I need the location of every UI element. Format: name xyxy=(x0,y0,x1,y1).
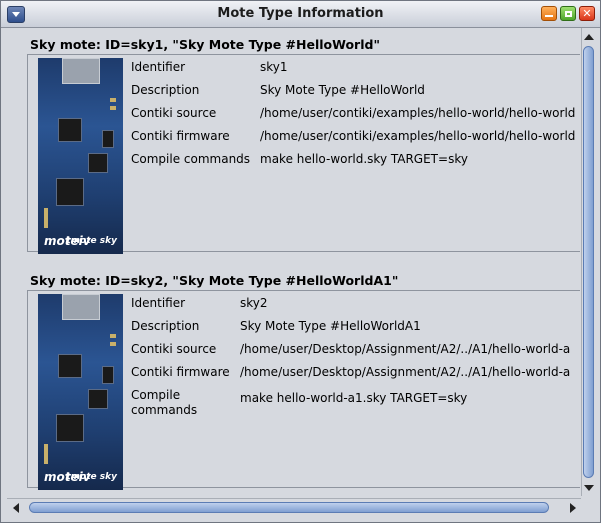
horizontal-scrollbar[interactable] xyxy=(7,498,581,516)
sky-mote-image: moteiv tmote sky xyxy=(38,294,123,490)
scroll-left-button[interactable] xyxy=(9,501,22,514)
mote-panel-sky2: moteiv tmote sky Identifier sky2 Descrip… xyxy=(27,290,580,490)
sky-mote-image: moteiv tmote sky xyxy=(38,58,123,254)
horizontal-scroll-thumb[interactable] xyxy=(29,502,549,513)
scroll-right-button[interactable] xyxy=(566,501,579,514)
mote-type-information-window: Mote Type Information ✕ Sky mote: ID=sky… xyxy=(0,0,601,523)
scroll-up-button[interactable] xyxy=(582,30,595,43)
scroll-down-button[interactable] xyxy=(582,481,595,494)
arrow-left-icon xyxy=(12,502,19,513)
arrow-up-icon xyxy=(583,33,594,40)
maximize-button[interactable] xyxy=(560,6,576,21)
arrow-down-icon xyxy=(583,484,594,491)
vertical-scrollbar[interactable] xyxy=(581,28,595,496)
mote-heading-sky1: Sky mote: ID=sky1, "Sky Mote Type #Hello… xyxy=(30,37,380,52)
minimize-icon xyxy=(545,15,553,17)
arrow-right-icon xyxy=(569,502,576,513)
scroll-corner xyxy=(581,498,595,516)
close-icon: ✕ xyxy=(582,7,592,20)
title-bar[interactable]: Mote Type Information ✕ xyxy=(1,1,600,28)
tmote-logo: tmote sky xyxy=(66,236,117,246)
vertical-scroll-thumb[interactable] xyxy=(583,46,594,478)
tmote-logo: tmote sky xyxy=(66,472,117,482)
window-title: Mote Type Information xyxy=(217,6,384,21)
close-button[interactable]: ✕ xyxy=(579,6,595,21)
minimize-button[interactable] xyxy=(541,6,557,21)
mote-heading-sky2: Sky mote: ID=sky2, "Sky Mote Type #Hello… xyxy=(30,273,399,288)
scroll-content: Sky mote: ID=sky1, "Sky Mote Type #Hello… xyxy=(7,28,580,496)
mote-panel-sky1: moteiv tmote sky Identifier sky1 Descrip… xyxy=(27,54,580,254)
maximize-icon xyxy=(564,10,572,17)
